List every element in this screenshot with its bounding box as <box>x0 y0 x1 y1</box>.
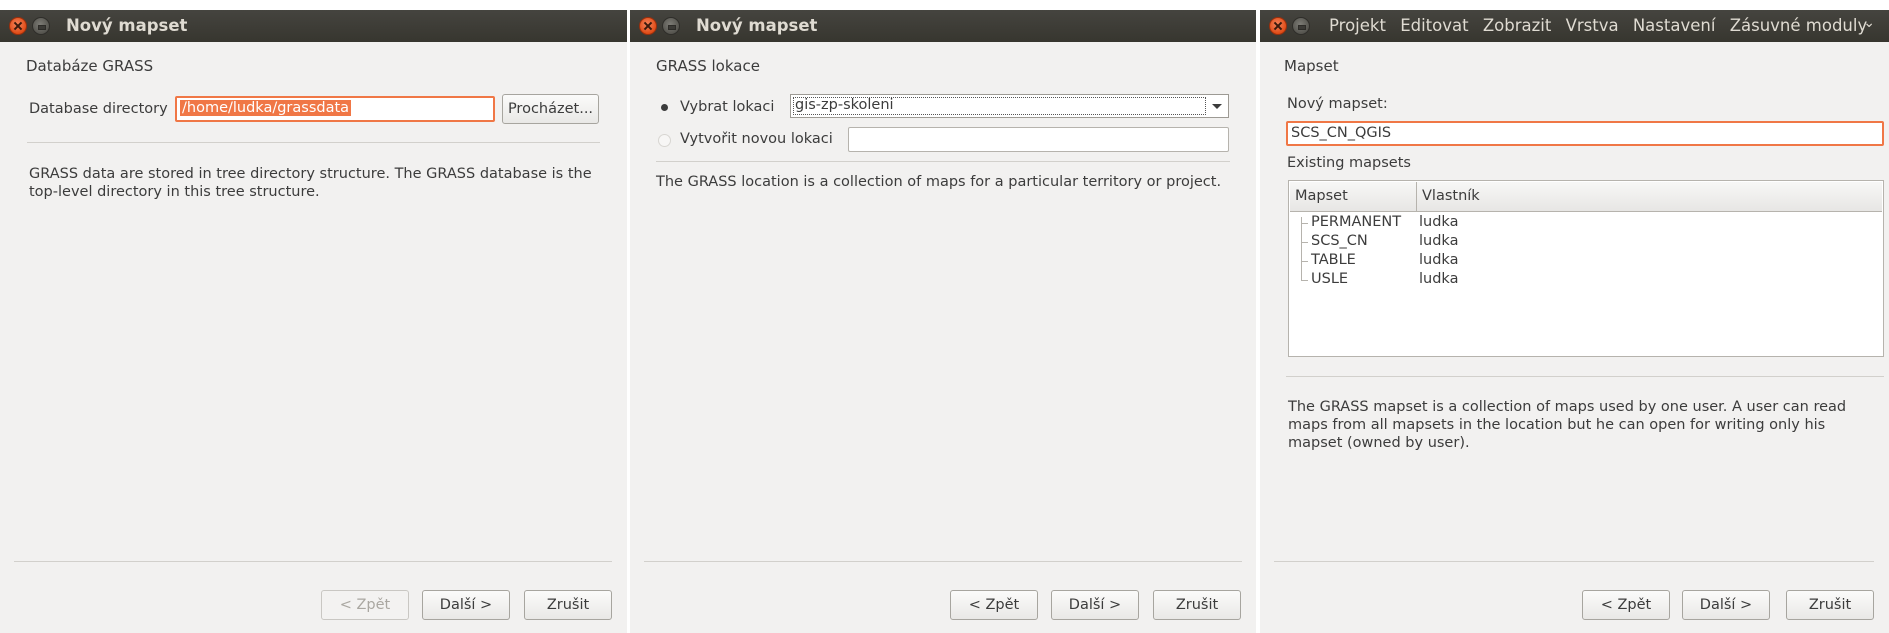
select-location-label[interactable]: Vybrat lokaci <box>680 99 774 115</box>
window-title: Nový mapset <box>66 16 188 35</box>
close-icon[interactable] <box>1269 17 1287 35</box>
new-mapset-value: SCS_CN_QGIS <box>1291 125 1392 141</box>
menu-item-vrstva[interactable]: Vrstva <box>1566 16 1619 35</box>
table-header: Mapset Vlastník <box>1290 182 1882 212</box>
next-button[interactable]: Další > <box>422 590 510 620</box>
new-mapset-label: Nový mapset: <box>1287 96 1388 112</box>
database-directory-input[interactable]: /home/ludka/grassdata <box>175 96 495 122</box>
back-button[interactable]: < Zpět <box>950 590 1038 620</box>
column-header-owner[interactable]: Vlastník <box>1422 188 1480 204</box>
divider <box>14 561 612 562</box>
back-button[interactable]: < Zpět <box>1582 590 1670 620</box>
mapset-owner: ludka <box>1419 252 1459 268</box>
new-location-input[interactable] <box>848 127 1229 152</box>
database-directory-value: /home/ludka/grassdata <box>180 100 352 116</box>
dropdown-arrow-icon <box>1212 104 1222 109</box>
description-text: The GRASS location is a collection of ma… <box>656 174 1222 190</box>
title-bar: Projekt Editovat Zobrazit Vrstva Nastave… <box>1260 10 1889 42</box>
divider <box>27 142 600 143</box>
create-location-label[interactable]: Vytvořit novou lokaci <box>680 131 833 147</box>
minimize-icon[interactable] <box>662 17 680 35</box>
cancel-button[interactable]: Zrušit <box>1786 590 1874 620</box>
title-bar: Nový mapset <box>0 10 627 42</box>
divider <box>644 561 1242 562</box>
title-bar: Nový mapset <box>630 10 1256 42</box>
minimize-icon[interactable] <box>32 17 50 35</box>
mapset-name: TABLE <box>1311 252 1356 268</box>
close-icon[interactable] <box>639 17 657 35</box>
menu-bar: Projekt Editovat Zobrazit Vrstva Nastave… <box>1329 16 1876 35</box>
back-button[interactable]: < Zpět <box>321 590 409 620</box>
cancel-button[interactable]: Zrušit <box>1153 590 1241 620</box>
divider <box>1274 561 1874 562</box>
divider <box>656 161 1230 162</box>
section-title: Databáze GRASS <box>26 57 154 75</box>
description-text: GRASS data are stored in tree directory … <box>29 166 592 200</box>
table-row[interactable]: TABLE ludka <box>1289 252 1883 271</box>
new-mapset-input[interactable]: SCS_CN_QGIS <box>1286 121 1884 146</box>
mapset-name: USLE <box>1311 271 1349 287</box>
mapset-name: SCS_CN <box>1311 233 1368 249</box>
cancel-button[interactable]: Zrušit <box>524 590 612 620</box>
database-directory-label: Database directory <box>29 101 168 117</box>
existing-mapsets-table[interactable]: Mapset Vlastník PERMANENT ludka SCS_CN l… <box>1288 180 1884 357</box>
menu-item-editovat[interactable]: Editovat <box>1400 16 1468 35</box>
menu-item-projekt[interactable]: Projekt <box>1329 16 1386 35</box>
location-select[interactable]: gis-zp-skoleni <box>790 94 1229 118</box>
browse-button[interactable]: Procházet... <box>502 94 599 124</box>
mapset-owner: ludka <box>1419 214 1459 230</box>
mapset-owner: ludka <box>1419 271 1459 287</box>
description-text: The GRASS mapset is a collection of maps… <box>1288 399 1847 451</box>
select-location-radio[interactable] <box>661 104 668 111</box>
table-row[interactable]: USLE ludka <box>1289 271 1883 290</box>
mapset-owner: ludka <box>1419 233 1459 249</box>
column-divider <box>1416 182 1417 211</box>
section-title: Mapset <box>1284 57 1339 75</box>
next-button[interactable]: Další > <box>1051 590 1139 620</box>
menu-item-nastaveni[interactable]: Nastavení <box>1633 16 1716 35</box>
next-button[interactable]: Další > <box>1682 590 1770 620</box>
location-select-value: gis-zp-skoleni <box>795 97 894 113</box>
existing-mapsets-label: Existing mapsets <box>1287 155 1411 171</box>
chevron-down-icon[interactable]: ⌄ <box>1863 15 1875 31</box>
table-row[interactable]: PERMANENT ludka <box>1289 214 1883 233</box>
new-mapset-dialog-location: Nový mapset GRASS lokace Vybrat lokaci g… <box>630 10 1256 633</box>
column-header-mapset[interactable]: Mapset <box>1295 188 1348 204</box>
divider <box>1286 376 1884 377</box>
close-icon[interactable] <box>9 17 27 35</box>
section-title: GRASS lokace <box>656 57 760 75</box>
table-row[interactable]: SCS_CN ludka <box>1289 233 1883 252</box>
menu-item-zobrazit[interactable]: Zobrazit <box>1483 16 1551 35</box>
create-location-radio[interactable] <box>658 134 671 147</box>
mapset-name: PERMANENT <box>1311 214 1402 230</box>
minimize-icon[interactable] <box>1292 17 1310 35</box>
window-title: Nový mapset <box>696 16 818 35</box>
new-mapset-dialog-database: Nový mapset Databáze GRASS Database dire… <box>0 10 627 633</box>
new-mapset-dialog-mapset: Projekt Editovat Zobrazit Vrstva Nastave… <box>1260 10 1889 633</box>
menu-item-zasuvne-moduly[interactable]: Zásuvné moduly <box>1730 16 1868 35</box>
